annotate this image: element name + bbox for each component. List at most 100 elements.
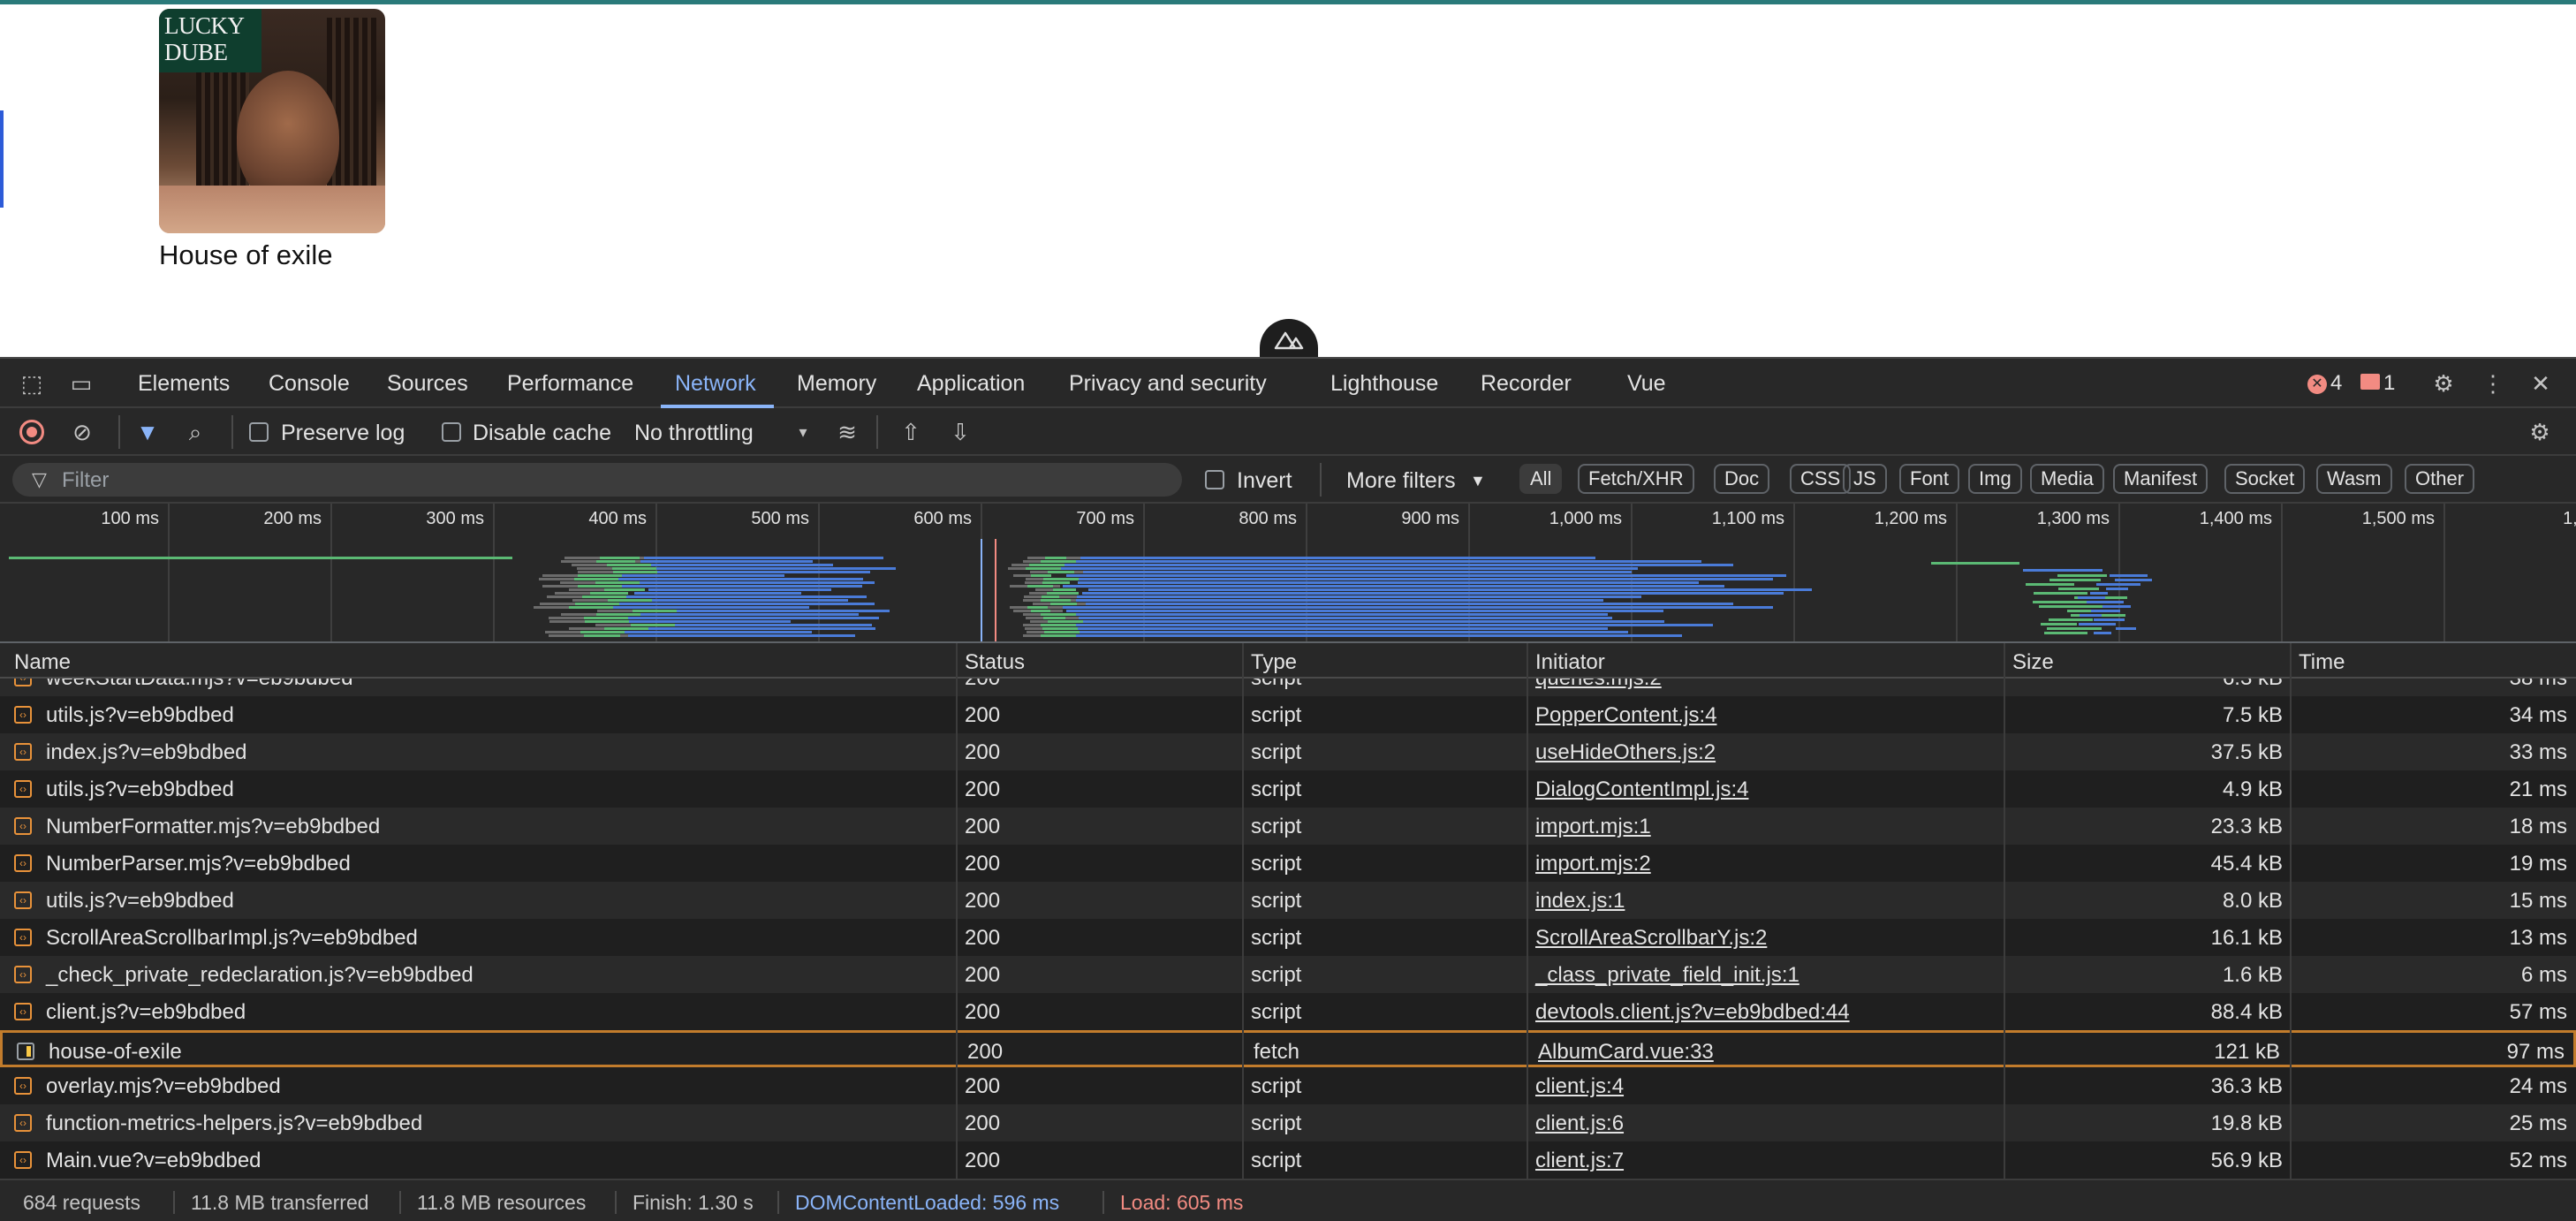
- column-header-size[interactable]: Size: [2012, 650, 2054, 675]
- network-settings-gear-icon[interactable]: ⚙: [2525, 417, 2555, 447]
- issue-counter[interactable]: 1: [2360, 371, 2395, 396]
- type-filter-img[interactable]: Img: [1968, 464, 2022, 494]
- table-row[interactable]: ‹› utils.js?v=eb9bdbed 200 script DialogCont…: [0, 770, 2576, 808]
- request-name: utils.js?v=eb9bdbed: [46, 777, 234, 801]
- table-row[interactable]: ‹› Main.vue?v=eb9bdbed 200 script client.js:…: [0, 1141, 2576, 1179]
- table-row[interactable]: ‹› function-metrics-helpers.js?v=eb9bdbed…: [0, 1104, 2576, 1141]
- type-filter-manifest[interactable]: Manifest: [2113, 464, 2209, 494]
- request-initiator[interactable]: queries.mjs:2: [1535, 679, 1662, 691]
- table-row[interactable]: ‹› NumberFormatter.mjs?v=eb9bdbed 200 scrip…: [0, 808, 2576, 845]
- preserve-log-checkbox[interactable]: [249, 422, 269, 442]
- more-filters-chevron-icon[interactable]: ▼: [1470, 472, 1486, 490]
- request-initiator[interactable]: import.mjs:2: [1535, 852, 1651, 876]
- summary-requests: 684 requests: [23, 1191, 140, 1214]
- request-size: 19.8 kB: [2210, 1111, 2283, 1135]
- type-filter-doc[interactable]: Doc: [1714, 464, 1770, 494]
- tab-lighthouse[interactable]: Lighthouse: [1330, 371, 1438, 397]
- table-row[interactable]: ‹› overlay.mjs?v=eb9bdbed 200 script client.…: [0, 1067, 2576, 1104]
- request-initiator[interactable]: index.js:1: [1535, 889, 1625, 914]
- table-row[interactable]: ‹› _check_private_redeclaration.js?v=eb9b…: [0, 956, 2576, 993]
- tab-console[interactable]: Console: [269, 371, 350, 397]
- tab-elements[interactable]: Elements: [138, 371, 230, 397]
- tab-sources[interactable]: Sources: [387, 371, 468, 397]
- column-header-name[interactable]: Name: [14, 650, 71, 675]
- type-filter-css[interactable]: CSS: [1790, 464, 1852, 494]
- import-har-icon[interactable]: ⇧: [896, 417, 926, 447]
- request-initiator[interactable]: ScrollAreaScrollbarY.js:2: [1535, 926, 1767, 951]
- timeline-gridline: [2118, 504, 2120, 641]
- request-initiator[interactable]: AlbumCard.vue:33: [1538, 1040, 1714, 1065]
- disable-cache-checkbox[interactable]: [442, 422, 461, 442]
- script-file-icon: ‹›: [14, 817, 32, 835]
- close-devtools-icon[interactable]: ✕: [2525, 368, 2557, 399]
- type-filter-fetch-xhr[interactable]: Fetch/XHR: [1578, 464, 1694, 494]
- timeline-request-bar: [1062, 585, 1724, 588]
- column-header-type[interactable]: Type: [1251, 650, 1297, 675]
- search-icon[interactable]: ⌕: [180, 417, 210, 447]
- request-initiator[interactable]: client.js:6: [1535, 1111, 1624, 1136]
- type-filter-font[interactable]: Font: [1899, 464, 1960, 494]
- script-file-icon: ‹›: [14, 929, 32, 946]
- request-initiator[interactable]: client.js:4: [1535, 1074, 1624, 1099]
- timeline-request-bar: [2086, 601, 2124, 603]
- table-row[interactable]: ‹› utils.js?v=eb9bdbed 200 script index.js:1…: [0, 882, 2576, 919]
- column-header-initiator[interactable]: Initiator: [1535, 650, 1605, 675]
- device-toolbar-icon[interactable]: ▭: [65, 368, 97, 399]
- tab-privacy-security[interactable]: Privacy and security: [1069, 371, 1267, 397]
- tab-recorder[interactable]: Recorder: [1481, 371, 1572, 397]
- table-row[interactable]: ‹› client.js?v=eb9bdbed 200 script devtools.…: [0, 993, 2576, 1030]
- timeline-request-bar: [2102, 605, 2131, 608]
- timeline-request-bar: [617, 578, 863, 580]
- timeline-request-bar: [1043, 617, 1065, 619]
- type-filter-media[interactable]: Media: [2030, 464, 2104, 494]
- request-initiator[interactable]: _class_private_field_init.js:1: [1535, 963, 1799, 988]
- request-initiator[interactable]: DialogContentImpl.js:4: [1535, 777, 1748, 802]
- request-status: 200: [965, 740, 1001, 764]
- column-header-time[interactable]: Time: [2299, 650, 2345, 675]
- type-filter-socket[interactable]: Socket: [2224, 464, 2306, 494]
- filter-input[interactable]: ▽ Filter: [12, 463, 1182, 497]
- request-initiator[interactable]: client.js:7: [1535, 1149, 1624, 1173]
- tab-vue[interactable]: Vue: [1627, 371, 1666, 397]
- type-filter-other[interactable]: Other: [2405, 464, 2475, 494]
- type-filter-js[interactable]: JS: [1843, 464, 1887, 494]
- request-name: _check_private_redeclaration.js?v=eb9bdb…: [46, 963, 474, 987]
- inspect-element-icon[interactable]: ⬚: [16, 368, 48, 399]
- table-row[interactable]: ‹› NumberParser.mjs?v=eb9bdbed 200 script im…: [0, 845, 2576, 882]
- type-filter-all[interactable]: All: [1519, 464, 1563, 494]
- settings-gear-icon[interactable]: ⚙: [2428, 368, 2459, 399]
- album-cover-image[interactable]: LUCKY DUBE: [159, 9, 385, 233]
- table-row[interactable]: ‹› ScrollAreaScrollbarImpl.js?v=eb9bdbed 2…: [0, 919, 2576, 956]
- table-row[interactable]: ‹› utils.js?v=eb9bdbed 200 script PopperCont…: [0, 696, 2576, 733]
- invert-checkbox[interactable]: [1205, 470, 1224, 489]
- column-header-status[interactable]: Status: [965, 650, 1025, 675]
- chevron-down-icon[interactable]: ▾: [788, 417, 818, 447]
- request-initiator[interactable]: import.mjs:1: [1535, 815, 1651, 839]
- error-counter[interactable]: ✕ 4: [2307, 371, 2342, 396]
- more-options-icon[interactable]: ⋮: [2477, 368, 2509, 399]
- more-filters-button[interactable]: More filters: [1346, 468, 1456, 494]
- type-filter-wasm[interactable]: Wasm: [2316, 464, 2392, 494]
- network-conditions-icon[interactable]: ≋: [832, 417, 862, 447]
- request-initiator[interactable]: PopperContent.js:4: [1535, 703, 1716, 728]
- tab-application[interactable]: Application: [917, 371, 1025, 397]
- request-type: script: [1251, 963, 1302, 987]
- tab-network[interactable]: Network: [675, 371, 756, 397]
- table-row[interactable]: ‹› index.js?v=eb9bdbed 200 script useHideOth…: [0, 733, 2576, 770]
- export-har-icon[interactable]: ⇩: [945, 417, 975, 447]
- request-initiator[interactable]: useHideOthers.js:2: [1535, 740, 1716, 765]
- nuxt-devtools-toggle[interactable]: [1260, 319, 1318, 361]
- tab-memory[interactable]: Memory: [797, 371, 876, 397]
- tab-performance[interactable]: Performance: [507, 371, 633, 397]
- throttling-select[interactable]: No throttling: [634, 421, 754, 446]
- album-title[interactable]: House of exile: [159, 239, 332, 271]
- filter-toggle-icon[interactable]: ▼: [133, 417, 163, 447]
- table-row[interactable]: ‹› weekStartData.mjs?v=eb9bdbed 200 script q…: [0, 679, 2576, 696]
- clear-log-icon[interactable]: ⊘: [67, 417, 97, 447]
- network-overview-timeline[interactable]: 100 ms 200 ms 300 ms 400 ms 500 ms 600 ms 700 …: [0, 504, 2576, 643]
- request-initiator[interactable]: devtools.client.js?v=eb9bdbed:44: [1535, 1000, 1850, 1025]
- table-row-selected[interactable]: house-of-exile 200 fetch AlbumCard.vue:33 12…: [0, 1030, 2576, 1067]
- timeline-request-bar: [2079, 623, 2117, 626]
- record-stop-button[interactable]: [19, 420, 44, 444]
- timeline-request-bar: [1040, 613, 1078, 616]
